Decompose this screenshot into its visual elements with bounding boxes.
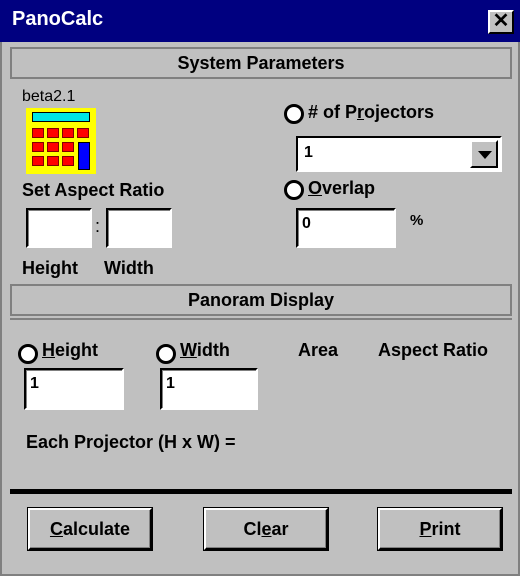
window-title: PanoCalc (12, 8, 104, 30)
aspect-width-label: Width (104, 258, 154, 278)
aspect-separator: : (95, 216, 101, 236)
projectors-radio[interactable] (284, 104, 304, 124)
section-divider (10, 318, 512, 320)
version-label: beta2.1 (22, 88, 76, 105)
overlap-radio[interactable] (284, 180, 304, 200)
calculator-icon (26, 108, 96, 174)
projectors-selected-value: 1 (304, 144, 313, 161)
panoram-height-input[interactable]: 1 (24, 368, 124, 410)
aspect-height-label: Height (22, 258, 78, 278)
panoram-width-input[interactable]: 1 (160, 368, 258, 410)
system-parameters-header: System Parameters (10, 47, 512, 79)
each-projector-label: Each Projector (H x W) = (26, 432, 236, 452)
height-label: Height (42, 340, 98, 360)
width-label: Width (180, 340, 230, 360)
chevron-down-icon (478, 151, 492, 159)
overlap-label: Overlap (308, 178, 376, 198)
projectors-label: # of Projectors (308, 102, 435, 122)
calculate-button[interactable]: Calculate (28, 508, 152, 550)
aspect-height-input[interactable] (26, 208, 92, 248)
area-label: Area (298, 340, 339, 360)
button-bar-divider (10, 489, 512, 494)
panoram-display-header: Panoram Display (10, 284, 512, 316)
width-radio[interactable] (156, 344, 176, 364)
overlap-unit: % (410, 212, 424, 229)
clear-button[interactable]: Clear (204, 508, 328, 550)
overlap-input[interactable]: 0 (296, 208, 396, 248)
aspect-width-input[interactable] (106, 208, 172, 248)
height-radio[interactable] (18, 344, 38, 364)
print-button[interactable]: Print (378, 508, 502, 550)
close-icon: ✕ (492, 10, 510, 32)
close-button[interactable]: ✕ (488, 10, 514, 34)
set-aspect-ratio-label: Set Aspect Ratio (22, 180, 165, 200)
aspect-ratio-label: Aspect Ratio (378, 340, 489, 360)
dropdown-button[interactable] (470, 140, 498, 168)
projectors-select[interactable]: 1 (296, 136, 502, 172)
